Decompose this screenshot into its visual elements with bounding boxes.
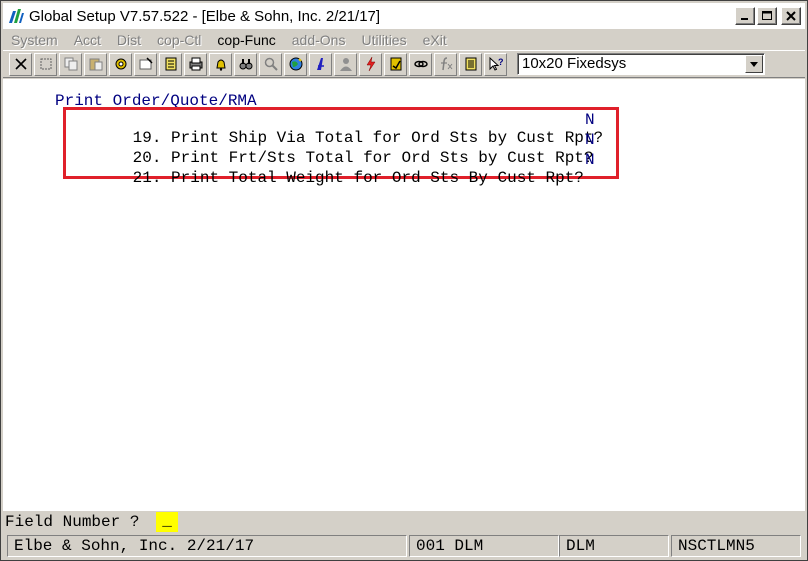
paste-icon: [89, 58, 102, 71]
tool-link[interactable]: [409, 52, 432, 76]
option-value-21[interactable]: N: [585, 151, 595, 169]
help-pointer-icon: ?: [489, 56, 504, 71]
menu-exit[interactable]: eXit: [423, 32, 447, 48]
app-logo-icon: [9, 9, 24, 23]
prompt-line: Field Number ? _: [3, 511, 805, 533]
binoculars-icon: [239, 59, 252, 70]
user-icon: [339, 58, 352, 71]
tool-globe[interactable]: [284, 52, 307, 76]
window-title: Global Setup V7.57.522 - [Elbe & Sohn, I…: [29, 7, 381, 25]
toolbar: ? 10x20 Fixedsys: [3, 50, 805, 78]
menu-bar: System Acct Dist cop-Ctl cop-Func add-On…: [3, 30, 805, 50]
menu-add-ons[interactable]: add-Ons: [292, 32, 346, 48]
tool-close[interactable]: [9, 52, 32, 76]
select-icon: [40, 58, 51, 70]
option-row-21: 21. Print Total Weight for Ord Sts By Cu…: [75, 151, 584, 205]
field-number-input[interactable]: _: [156, 512, 178, 532]
menu-cop-ctl[interactable]: cop-Ctl: [157, 32, 201, 48]
tool-search[interactable]: [259, 52, 282, 76]
minimize-icon: [741, 18, 748, 20]
tool-bell[interactable]: [209, 52, 232, 76]
print-icon: [189, 57, 202, 71]
title-bar[interactable]: Global Setup V7.57.522 - [Elbe & Sohn, I…: [3, 3, 805, 29]
menu-system[interactable]: System: [11, 32, 58, 48]
tool-list[interactable]: [459, 52, 482, 76]
option-value-20[interactable]: N: [585, 131, 595, 149]
maximize-icon: [762, 11, 772, 20]
globe-icon: [289, 57, 302, 71]
tool-font[interactable]: [309, 52, 332, 76]
tool-print[interactable]: [184, 52, 207, 76]
list-icon: [465, 57, 476, 71]
tool-settings[interactable]: [109, 52, 132, 76]
status-session: 001 DLM: [409, 535, 559, 557]
app-window: Global Setup V7.57.522 - [Elbe & Sohn, I…: [0, 0, 808, 561]
menu-dist[interactable]: Dist: [117, 32, 141, 48]
lightning-icon: [366, 56, 375, 72]
settings-icon: [115, 58, 126, 70]
option-value-19[interactable]: N: [585, 111, 595, 129]
options-icon: [139, 57, 153, 70]
tool-paste[interactable]: [84, 52, 107, 76]
notes-icon: [165, 57, 176, 71]
chevron-down-icon: [750, 61, 758, 67]
svg-text:?: ?: [498, 57, 504, 67]
search-icon: [264, 57, 278, 71]
font-select-dropdown-button[interactable]: [745, 55, 763, 73]
prompt-label: Field Number ?: [5, 513, 140, 531]
bell-icon: [215, 59, 226, 71]
tool-function[interactable]: [434, 52, 457, 76]
font-select-value: 10x20 Fixedsys: [522, 55, 627, 72]
font-icon: [316, 58, 324, 70]
menu-cop-func[interactable]: cop-Func: [217, 32, 275, 48]
tool-notes[interactable]: [159, 52, 182, 76]
menu-acct[interactable]: Acct: [74, 32, 101, 48]
link-icon: [413, 60, 428, 68]
tool-options[interactable]: [134, 52, 157, 76]
maximize-button[interactable]: [757, 7, 777, 25]
terminal-screen: Print Order/Quote/RMA 19. Print Ship Via…: [3, 79, 805, 511]
minimize-button[interactable]: [735, 7, 755, 25]
status-company: Elbe & Sohn, Inc. 2/21/17: [7, 535, 407, 557]
tool-copy[interactable]: [59, 52, 82, 76]
font-select[interactable]: 10x20 Fixedsys: [517, 53, 765, 75]
close-x-icon: [14, 58, 27, 70]
menu-utilities[interactable]: Utilities: [361, 32, 406, 48]
option-label: Print Total Weight for Ord Sts By Cust R…: [171, 169, 584, 187]
status-bar: Elbe & Sohn, Inc. 2/21/17 001 DLM DLM NS…: [3, 533, 805, 559]
tool-calculator[interactable]: [384, 52, 407, 76]
option-number: 21.: [132, 169, 162, 187]
close-icon: [786, 11, 796, 21]
copy-icon: [64, 57, 77, 71]
tool-select[interactable]: [34, 52, 57, 76]
tool-binoculars[interactable]: [234, 52, 257, 76]
status-user: DLM: [559, 535, 669, 557]
calculator-icon: [390, 57, 401, 71]
tool-user[interactable]: [334, 52, 357, 76]
tool-help-pointer[interactable]: ?: [484, 52, 507, 76]
status-program: NSCTLMN5: [671, 535, 801, 557]
close-button[interactable]: [781, 7, 801, 25]
window-controls: [735, 7, 801, 25]
tool-lightning[interactable]: [359, 52, 382, 76]
function-icon: [440, 57, 452, 71]
